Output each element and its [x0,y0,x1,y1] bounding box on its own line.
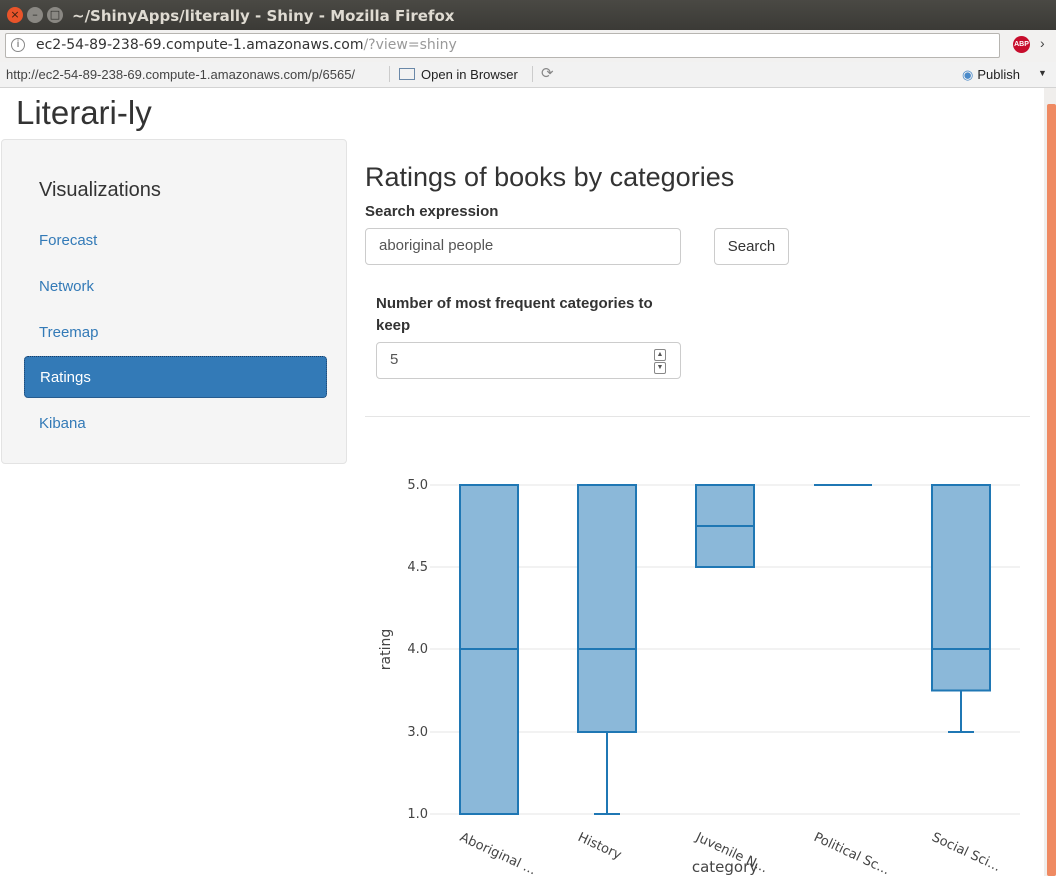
url-text[interactable]: ec2-54-89-238-69.compute-1.amazonaws.com… [36,37,457,53]
x-tick-label: Aboriginal ... [457,830,538,876]
sidebar-item-treemap[interactable]: Treemap [24,312,327,354]
spin-down-icon[interactable]: ▼ [654,362,666,374]
search-label: Search expression [365,203,499,220]
navigation-bar: i ec2-54-89-238-69.compute-1.amazonaws.c… [0,30,1056,62]
y-tick-label: 1.0 [407,807,428,822]
num-categories-label-line1: Number of most frequent categories to [376,295,653,312]
sidebar-item-forecast[interactable]: Forecast [24,220,327,262]
num-categories-value: 5 [390,351,399,368]
scrollbar-thumb[interactable] [1047,104,1056,876]
open-in-browser-button[interactable]: Open in Browser [399,67,518,82]
page-title: Ratings of books by categories [365,162,735,192]
num-categories-label-line2: keep [376,317,411,334]
shiny-app: Literari-ly Visualizations Forecast Netw… [0,88,1044,876]
sidebar-item-ratings[interactable]: Ratings [24,356,327,398]
info-icon[interactable]: i [11,38,25,52]
x-tick-label: History [575,830,624,863]
publish-label: Publish [977,67,1020,82]
open-in-browser-label: Open in Browser [421,67,518,82]
x-tick-label: Social Sci... [929,830,1002,875]
viewer-toolbar: http://ec2-54-89-238-69.compute-1.amazon… [0,62,1056,88]
divider [365,416,1030,417]
sidebar-heading: Visualizations [39,179,161,201]
refresh-icon[interactable]: ⟳ [541,64,554,82]
sidebar: Visualizations Forecast Network Treemap … [1,139,347,464]
app-title: Literari-ly [16,94,152,131]
ratings-boxplot: 5.0 4.5 4.0 3.0 1.0 rating Aboriginal ... Histo… [378,478,1020,876]
y-axis-label: rating [378,629,394,670]
box [931,484,991,692]
viewer-url: http://ec2-54-89-238-69.compute-1.amazon… [6,67,356,82]
url-host: ec2-54-89-238-69.compute-1.amazonaws.com [36,37,364,53]
box [577,484,637,733]
y-tick-label: 4.0 [407,642,428,657]
window-minimize-button[interactable]: – [27,7,43,23]
sidebar-item-network[interactable]: Network [24,266,327,308]
x-axis-label: category [692,858,758,876]
url-bar[interactable]: i ec2-54-89-238-69.compute-1.amazonaws.c… [5,33,1000,58]
chevron-right-icon[interactable]: › [1040,35,1045,51]
publish-button[interactable]: ◉ Publish [962,67,1020,83]
y-tick-label: 5.0 [407,478,428,493]
toolbar-divider [389,66,390,82]
toolbar-divider [532,66,533,82]
window-maximize-button[interactable]: □ [47,7,63,23]
url-path: /?view=shiny [363,37,457,53]
publish-icon: ◉ [962,67,974,82]
search-input[interactable]: aboriginal people [365,228,681,265]
sidebar-item-kibana[interactable]: Kibana [24,403,327,445]
y-tick-label: 3.0 [407,725,428,740]
window-close-button[interactable]: × [7,7,23,23]
adblock-icon[interactable]: ABP [1013,36,1030,53]
spin-up-icon[interactable]: ▲ [654,349,666,361]
chevron-down-icon[interactable]: ▼ [1038,68,1047,78]
window-title: ~/ShinyApps/literally - Shiny - Mozilla … [72,7,455,25]
window-titlebar: × – □ ~/ShinyApps/literally - Shiny - Mo… [0,0,1056,30]
x-tick-label: Political Sc... [811,830,892,876]
y-tick-label: 4.5 [407,560,428,575]
browser-window-icon [399,68,415,80]
search-button[interactable]: Search [714,228,789,265]
num-categories-input[interactable]: 5 ▲ ▼ [376,342,681,379]
